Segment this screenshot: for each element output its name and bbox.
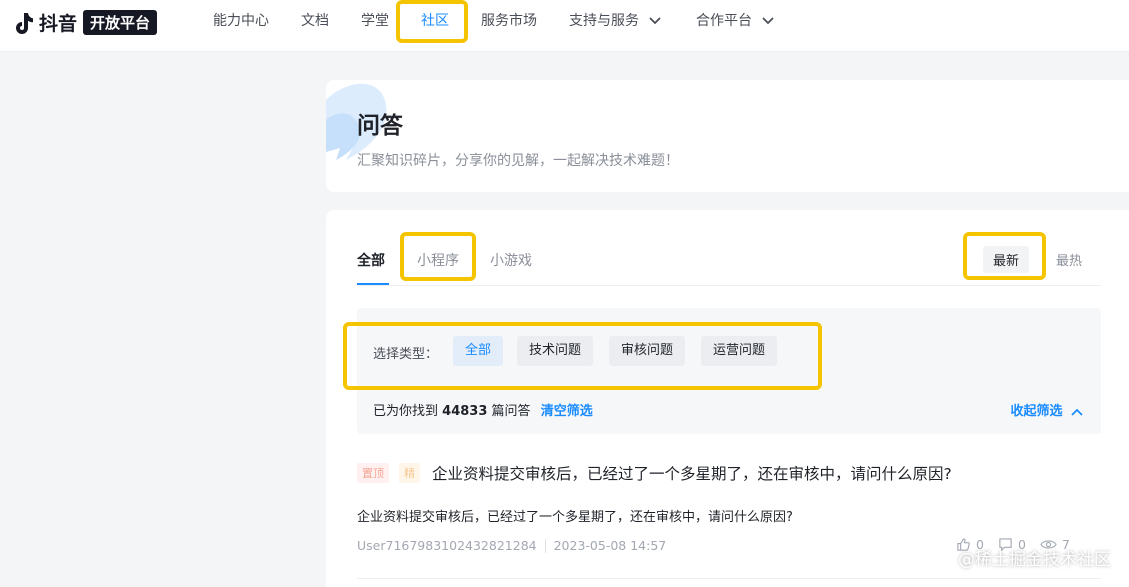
featured-tag: 精	[399, 463, 420, 483]
question-author[interactable]: User7167983102432821284	[357, 538, 537, 553]
question-title-row: 置顶 精 企业资料提交审核后，已经过了一个多星期了，还在审核中，请问什么原因?	[357, 462, 952, 484]
nav-item-community[interactable]: 社区	[421, 0, 449, 42]
chevron-down-icon	[649, 17, 662, 25]
filter-type-label: 选择类型：	[373, 347, 439, 362]
question-excerpt: 企业资料提交审核后，已经过了一个多星期了，还在审核中，请问什么原因?	[357, 510, 793, 525]
filter-chip-review[interactable]: 审核问题	[609, 336, 686, 366]
brand-name: 抖音	[39, 13, 78, 35]
chevron-down-icon	[762, 17, 775, 25]
qa-content-card: 全部 小程序 小游戏 最新 最热 选择类型： 全部 技术问题 审核问题 运营问题…	[326, 210, 1129, 587]
result-summary: 已为你找到 44833 篇问答 清空筛选	[373, 400, 593, 419]
collapse-filters-label: 收起筛选	[1010, 404, 1063, 419]
question-meta: User7167983102432821284 2023-05-08 14:57	[357, 538, 666, 553]
tab-all[interactable]: 全部	[357, 250, 385, 270]
nav-label: 社区	[421, 13, 449, 29]
tab-divider	[357, 285, 1101, 286]
result-prefix: 已为你找到	[373, 404, 439, 419]
sort-hottest-button[interactable]: 最热	[1046, 246, 1092, 273]
chevron-up-icon	[1071, 408, 1083, 416]
nav-item-support-services[interactable]: 支持与服务	[569, 0, 662, 42]
filter-panel: 选择类型： 全部 技术问题 审核问题 运营问题 已为你找到 44833 篇问答 …	[357, 308, 1101, 434]
pinned-tag: 置顶	[357, 463, 389, 483]
nav-label: 学堂	[361, 13, 389, 29]
sort-latest-button[interactable]: 最新	[983, 246, 1030, 273]
filter-chip-operations[interactable]: 运营问题	[701, 336, 778, 366]
top-navigation-bar: 抖音 开放平台 能力中心 文档 学堂 社区 服务市场 支持与服务 合作平台	[0, 0, 1129, 52]
nav-label: 能力中心	[213, 13, 269, 29]
collapse-filters-link[interactable]: 收起筛选	[1010, 400, 1083, 419]
nav-item-service-market[interactable]: 服务市场	[481, 0, 537, 42]
question-date: 2023-05-08 14:57	[553, 538, 667, 553]
nav-label: 文档	[301, 13, 329, 29]
nav-item-partner-platform[interactable]: 合作平台	[696, 0, 775, 42]
nav-label: 支持与服务	[569, 13, 639, 29]
nav-item-capability-center[interactable]: 能力中心	[213, 0, 269, 42]
question-title-link[interactable]: 企业资料提交审核后，已经过了一个多星期了，还在审核中，请问什么原因?	[432, 462, 952, 484]
nav-item-docs[interactable]: 文档	[301, 0, 329, 42]
clear-filters-link[interactable]: 清空筛选	[541, 404, 593, 419]
result-count: 44833	[442, 404, 488, 419]
filter-chip-all[interactable]: 全部	[453, 336, 504, 366]
meta-divider	[544, 538, 546, 553]
watermark-text: @稀土掘金技术社区	[958, 550, 1111, 570]
tab-mini-game[interactable]: 小游戏	[490, 250, 532, 270]
douyin-logo-icon	[16, 12, 33, 34]
nav-label: 合作平台	[696, 13, 752, 29]
tab-mini-program[interactable]: 小程序	[417, 250, 459, 270]
brand-badge: 开放平台	[83, 10, 158, 35]
nav-item-academy[interactable]: 学堂	[361, 0, 389, 42]
result-suffix: 篇问答	[491, 404, 531, 419]
qa-hero-card: 问答 汇聚知识碎片，分享你的见解，一起解决技术难题！	[326, 80, 1129, 192]
filter-chip-technical[interactable]: 技术问题	[517, 336, 594, 366]
douyin-open-platform-logo[interactable]: 抖音 开放平台	[10, 9, 158, 36]
page-subtitle: 汇聚知识碎片，分享你的见解，一起解决技术难题！	[357, 153, 679, 169]
nav-label: 服务市场	[481, 13, 537, 29]
item-divider	[357, 578, 1101, 579]
page-title: 问答	[357, 113, 403, 139]
